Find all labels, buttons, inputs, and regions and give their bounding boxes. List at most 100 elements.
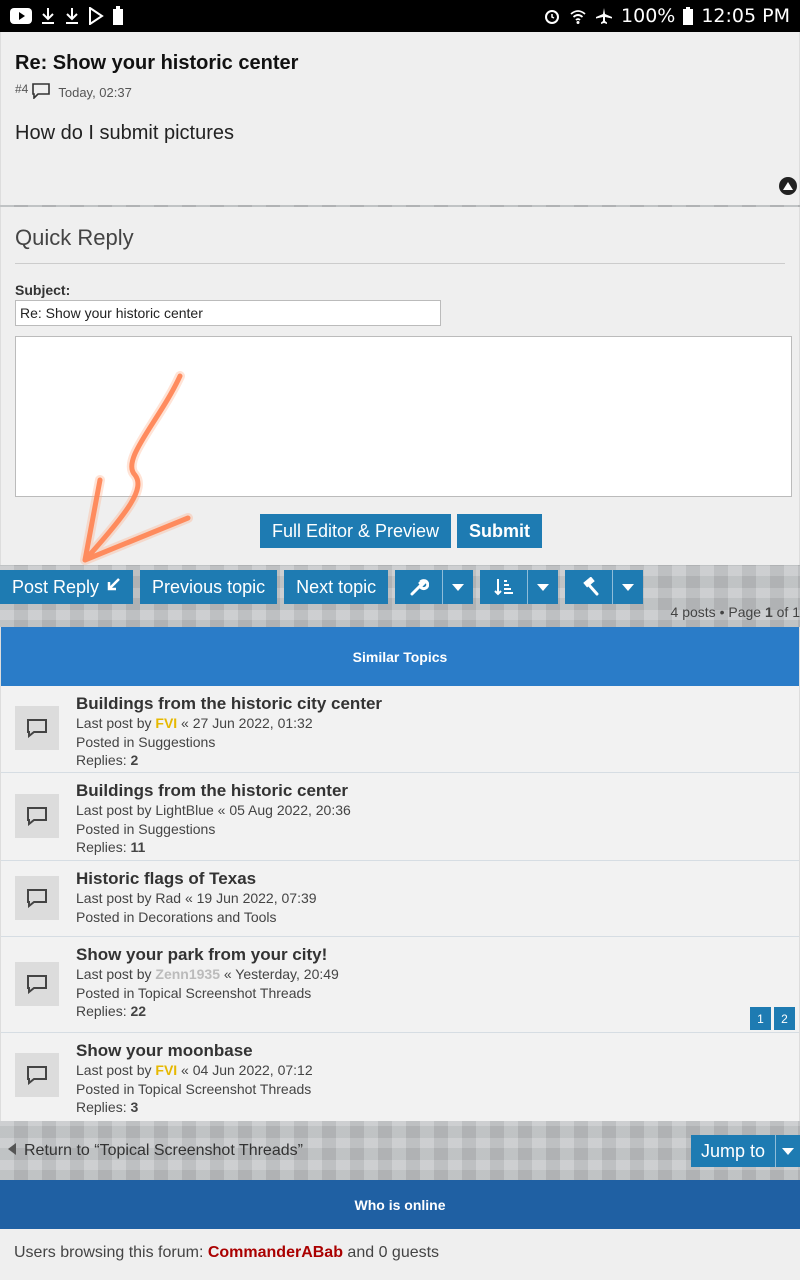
back-to-top-icon[interactable] [779,177,797,195]
who-is-online-header: Who is online [0,1180,800,1229]
topic-comment-icon [15,706,59,750]
post-number[interactable]: #4 [15,82,28,96]
similar-topics-panel: Similar Topics Buildings from the histor… [0,627,800,1121]
topic-posted-in[interactable]: Posted in Suggestions [76,820,799,839]
topic-last-post: Last post by FVI « 27 Jun 2022, 01:32 [76,714,799,733]
online-user[interactable]: CommanderABab [208,1244,343,1261]
topic-last-post: Last post by LightBlue « 05 Aug 2022, 20… [76,801,799,820]
topic-date[interactable]: « 19 Jun 2022, 07:39 [181,890,317,906]
chevron-left-icon [8,1142,16,1160]
topic-last-post: Last post by FVI « 04 Jun 2022, 07:12 [76,1061,799,1080]
topic-title[interactable]: Buildings from the historic city center [76,694,799,714]
wrench-icon [395,570,444,604]
alarm-icon [543,6,561,26]
battery-icon [683,6,694,26]
topic-replies: Replies: 22 [76,1002,799,1021]
clock: 12:05 PM [701,5,790,27]
chevron-down-icon [443,570,473,604]
message-textarea[interactable] [15,336,792,497]
return-link[interactable]: Return to “Topical Screenshot Threads” [8,1142,303,1160]
topic-posted-in[interactable]: Posted in Topical Screenshot Threads [76,1080,799,1099]
post-title[interactable]: Re: Show your historic center [15,52,785,75]
chevron-down-icon [776,1147,800,1155]
chevron-down-icon [613,570,643,604]
status-bar: 100% 12:05 PM [0,0,800,32]
topic-row: Show your park from your city! Last post… [1,937,799,1033]
submit-button[interactable]: Submit [457,514,543,548]
quick-reply-buttons: Full Editor & Preview Submit [1,514,800,548]
battery-saver-icon [112,6,124,26]
current-page: 1 [764,604,773,620]
download-icon [64,6,80,26]
topic-date[interactable]: « Yesterday, 20:49 [220,966,339,982]
page-link-2[interactable]: 2 [774,1007,795,1030]
moderator-tools-dropdown[interactable] [565,570,644,604]
last-post-label: Last post by [76,890,156,906]
subject-label: Subject: [15,282,71,298]
topic-row: Buildings from the historic city center … [1,686,799,773]
chevron-down-icon [528,570,558,604]
return-link-label: Return to “Topical Screenshot Threads” [24,1142,303,1159]
topic-title[interactable]: Historic flags of Texas [76,869,799,889]
last-post-label: Last post by [76,966,156,982]
topic-posted-in[interactable]: Posted in Suggestions [76,733,799,752]
topic-tools-dropdown[interactable] [395,570,474,604]
topic-user[interactable]: Rad [155,890,181,906]
jump-to-button[interactable]: Jump to [690,1135,800,1167]
play-store-icon [88,6,104,26]
reply-arrow-icon [105,577,121,598]
topic-replies: Replies: 3 [76,1098,799,1117]
next-topic-button[interactable]: Next topic [284,570,389,604]
topic-title[interactable]: Buildings from the historic center [76,781,799,801]
previous-topic-button[interactable]: Previous topic [140,570,278,604]
topic-comment-icon [15,794,59,838]
subject-input[interactable] [15,300,441,326]
sort-icon [480,570,529,604]
sort-dropdown[interactable] [480,570,559,604]
topic-posted-in[interactable]: Posted in Decorations and Tools [76,908,799,927]
topic-comment-icon [15,962,59,1006]
topic-user[interactable]: FVI [155,1062,177,1078]
total-pages: of 1 [772,604,800,620]
topic-date[interactable]: « 27 Jun 2022, 01:32 [177,715,313,731]
gavel-icon [565,570,614,604]
topic-replies: Replies: 2 [76,751,799,770]
replies-label: Replies: [76,1099,131,1115]
topic-user[interactable]: FVI [155,715,177,731]
guest-count: and 0 guests [342,1244,440,1261]
topic-user[interactable]: Zenn1935 [155,966,220,982]
topic-action-bar: Post Reply Previous topic Next topic [0,570,800,604]
browsing-label: Users browsing this forum: [14,1244,208,1261]
topic-date[interactable]: « 04 Jun 2022, 07:12 [177,1062,313,1078]
topic-pager: 1 2 [750,1007,795,1030]
topic-posted-in[interactable]: Posted in Topical Screenshot Threads [76,984,799,1003]
topic-title[interactable]: Show your moonbase [76,1041,799,1061]
wifi-icon [569,6,587,26]
topic-comment-icon [15,876,59,920]
last-post-label: Last post by [76,715,156,731]
jump-to-label: Jump to [691,1135,776,1167]
download-icon [40,6,56,26]
replies-label: Replies: [76,1003,131,1019]
full-editor-button[interactable]: Full Editor & Preview [259,514,452,548]
last-post-label: Last post by [76,802,156,818]
quick-reply-title: Quick Reply [15,225,785,264]
replies-count: 11 [130,839,146,855]
topic-row: Buildings from the historic center Last … [1,773,799,861]
topic-user[interactable]: LightBlue [155,802,213,818]
topic-last-post: Last post by Rad « 19 Jun 2022, 07:39 [76,889,799,908]
replies-count: 2 [130,752,139,768]
topic-row: Historic flags of Texas Last post by Rad… [1,861,799,937]
similar-topics-header: Similar Topics [1,627,799,686]
airplane-icon [595,6,613,26]
page-link-1[interactable]: 1 [750,1007,771,1030]
posts-count: 4 posts • Page [670,604,765,620]
post-meta: #4 Today, 02:37 [15,82,785,102]
topic-date[interactable]: « 05 Aug 2022, 20:36 [214,802,351,818]
post-reply-button[interactable]: Post Reply [0,570,134,604]
post-comment-icon[interactable] [32,83,51,102]
post-reply-label: Post Reply [12,576,100,597]
quick-reply-panel: Quick Reply Subject: Full Editor & Previ… [0,207,800,565]
topic-title[interactable]: Show your park from your city! [76,945,799,965]
topic-comment-icon [15,1053,59,1097]
